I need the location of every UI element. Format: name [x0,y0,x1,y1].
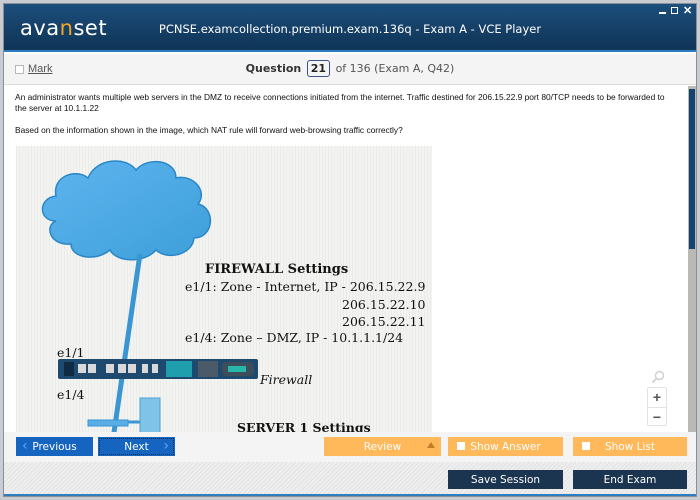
chevron-right-icon: › [163,438,169,454]
firewall-label: Firewall [260,372,313,387]
internet-cloud-icon [41,160,212,261]
previous-label: Previous [32,440,77,453]
show-answer-button[interactable]: Show Answer [448,437,563,456]
chevron-left-icon: ‹ [22,438,28,454]
show-list-button[interactable]: Show List [573,437,687,456]
vertical-scrollbar[interactable] [688,86,696,432]
exhibit-image: FIREWALL Settings e1/1: Zone - Internet,… [16,146,432,432]
title-bar: avanset PCNSE.examcollection.premium.exa… [4,4,696,52]
e11-ip-3: 206.15.22.11 [342,314,426,329]
minimize-icon[interactable] [659,6,666,14]
question-counter: Question 21 of 136 (Exam A, Q42) [4,60,696,77]
window-title: PCNSE.examcollection.premium.exam.136q -… [158,22,542,36]
question-bar: Mark Question 21 of 136 (Exam A, Q42) [4,54,696,85]
question-paragraph: Based on the information shown in the im… [15,125,403,135]
maximize-icon[interactable] [671,7,678,14]
e14-label: e1/4 [57,387,85,402]
next-button[interactable]: Next › [98,437,175,456]
zoom-buttons: + − [647,387,667,426]
question-paragraph: An administrator wants multiple web serv… [15,92,665,113]
close-icon[interactable]: ✕ [683,6,692,17]
checkbox-icon [457,442,465,450]
previous-button[interactable]: ‹ Previous [16,437,93,456]
question-number-input[interactable]: 21 [306,60,331,77]
question-label: Question [245,62,302,75]
end-exam-button[interactable]: End Exam [573,470,687,489]
question-content: An administrator wants multiple web serv… [4,86,688,432]
firewall-settings-heading: FIREWALL Settings [205,262,349,277]
server-settings-heading: SERVER 1 Settings [237,420,371,432]
magnifier-icon [651,370,665,384]
question-total: of 136 (Exam A, Q42) [335,62,455,75]
firewall-device-icon [58,359,258,379]
zoom-in-button[interactable]: + [648,388,666,407]
review-label: Review [363,440,402,453]
triangle-up-icon [427,442,435,448]
checkbox-icon [582,442,590,450]
e11-ip-2: 206.15.22.10 [342,297,426,312]
e11-label: e1/1 [57,345,85,360]
show-list-label: Show List [604,440,656,453]
window-controls: ✕ [659,6,692,17]
e11-setting: e1/1: Zone - Internet, IP - 206.15.22.9 [185,279,426,294]
question-text: An administrator wants multiple web serv… [15,92,675,136]
footer-bar: Save Session End Exam [4,462,696,496]
save-session-button[interactable]: Save Session [448,470,563,489]
review-button[interactable]: Review [324,437,441,456]
e14-setting: e1/4: Zone – DMZ, IP - 10.1.1.1/24 [185,330,404,345]
scrollbar-thumb[interactable] [689,89,695,249]
uplink-cable [111,253,143,432]
vce-player-window: avanset PCNSE.examcollection.premium.exa… [3,3,697,497]
navigation-bar: ‹ Previous Next › Review Show Answer Sho… [4,432,696,462]
switch-and-server-icon [87,397,161,432]
next-label: Next [124,440,149,453]
zoom-out-button[interactable]: − [648,407,666,426]
show-answer-label: Show Answer [470,440,541,453]
